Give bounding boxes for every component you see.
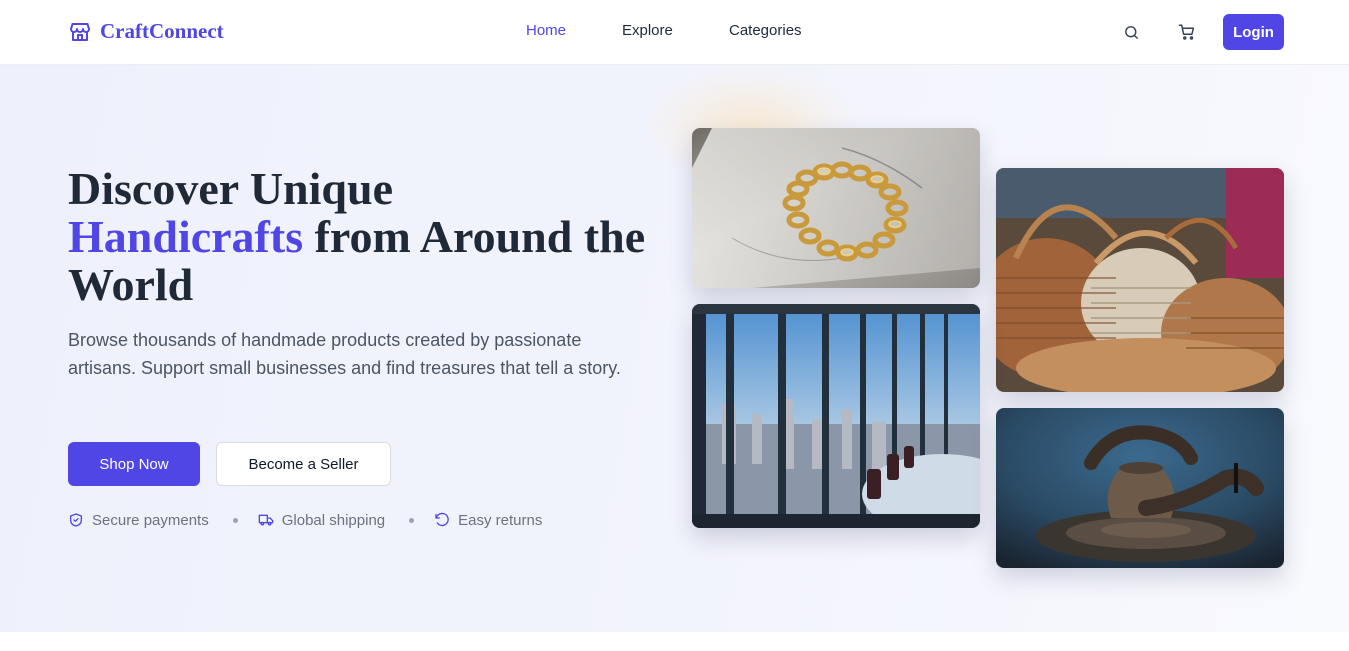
- search-icon[interactable]: [1121, 22, 1141, 42]
- nav-home[interactable]: Home: [526, 22, 566, 39]
- hero-section: Discover Unique Handicrafts from Around …: [0, 65, 1349, 632]
- site-header: CraftConnect Home Explore Categories Log…: [0, 0, 1349, 65]
- shield-check-icon: [70, 513, 82, 527]
- feature-list: Secure payments Global shipping Easy ret…: [68, 511, 542, 529]
- feature-label: Secure payments: [92, 511, 209, 529]
- truck-icon: [258, 514, 274, 526]
- nav-explore[interactable]: Explore: [622, 22, 673, 39]
- login-button[interactable]: Login: [1223, 14, 1284, 50]
- shop-now-button[interactable]: Shop Now: [68, 442, 200, 486]
- separator-dot: [232, 517, 238, 523]
- baskets-image[interactable]: [996, 168, 1284, 392]
- hero-headline: Discover Unique Handicrafts from Around …: [68, 165, 648, 309]
- feature-easy-returns: Easy returns: [434, 512, 542, 529]
- separator-dot: [409, 517, 415, 523]
- headline-part-1: Discover Unique: [68, 163, 393, 214]
- rotate-ccw-icon: [435, 512, 449, 527]
- nav-categories[interactable]: Categories: [729, 22, 802, 39]
- feature-label: Easy returns: [458, 511, 543, 529]
- headline-accent: Handicrafts: [68, 211, 304, 262]
- hero-subtext: Browse thousands of handmade products cr…: [68, 330, 621, 378]
- pottery-image[interactable]: [996, 408, 1284, 568]
- become-seller-button[interactable]: Become a Seller: [216, 442, 391, 486]
- page-divider: [0, 632, 1349, 651]
- feature-label: Global shipping: [281, 511, 386, 529]
- feature-secure-payments: Secure payments: [68, 512, 209, 529]
- bracelet-image[interactable]: [692, 128, 980, 288]
- main-nav: Home Explore Categories: [0, 22, 1349, 42]
- feature-global-shipping: Global shipping: [258, 512, 385, 529]
- cart-icon[interactable]: [1177, 22, 1197, 42]
- office-view-image[interactable]: [692, 304, 980, 528]
